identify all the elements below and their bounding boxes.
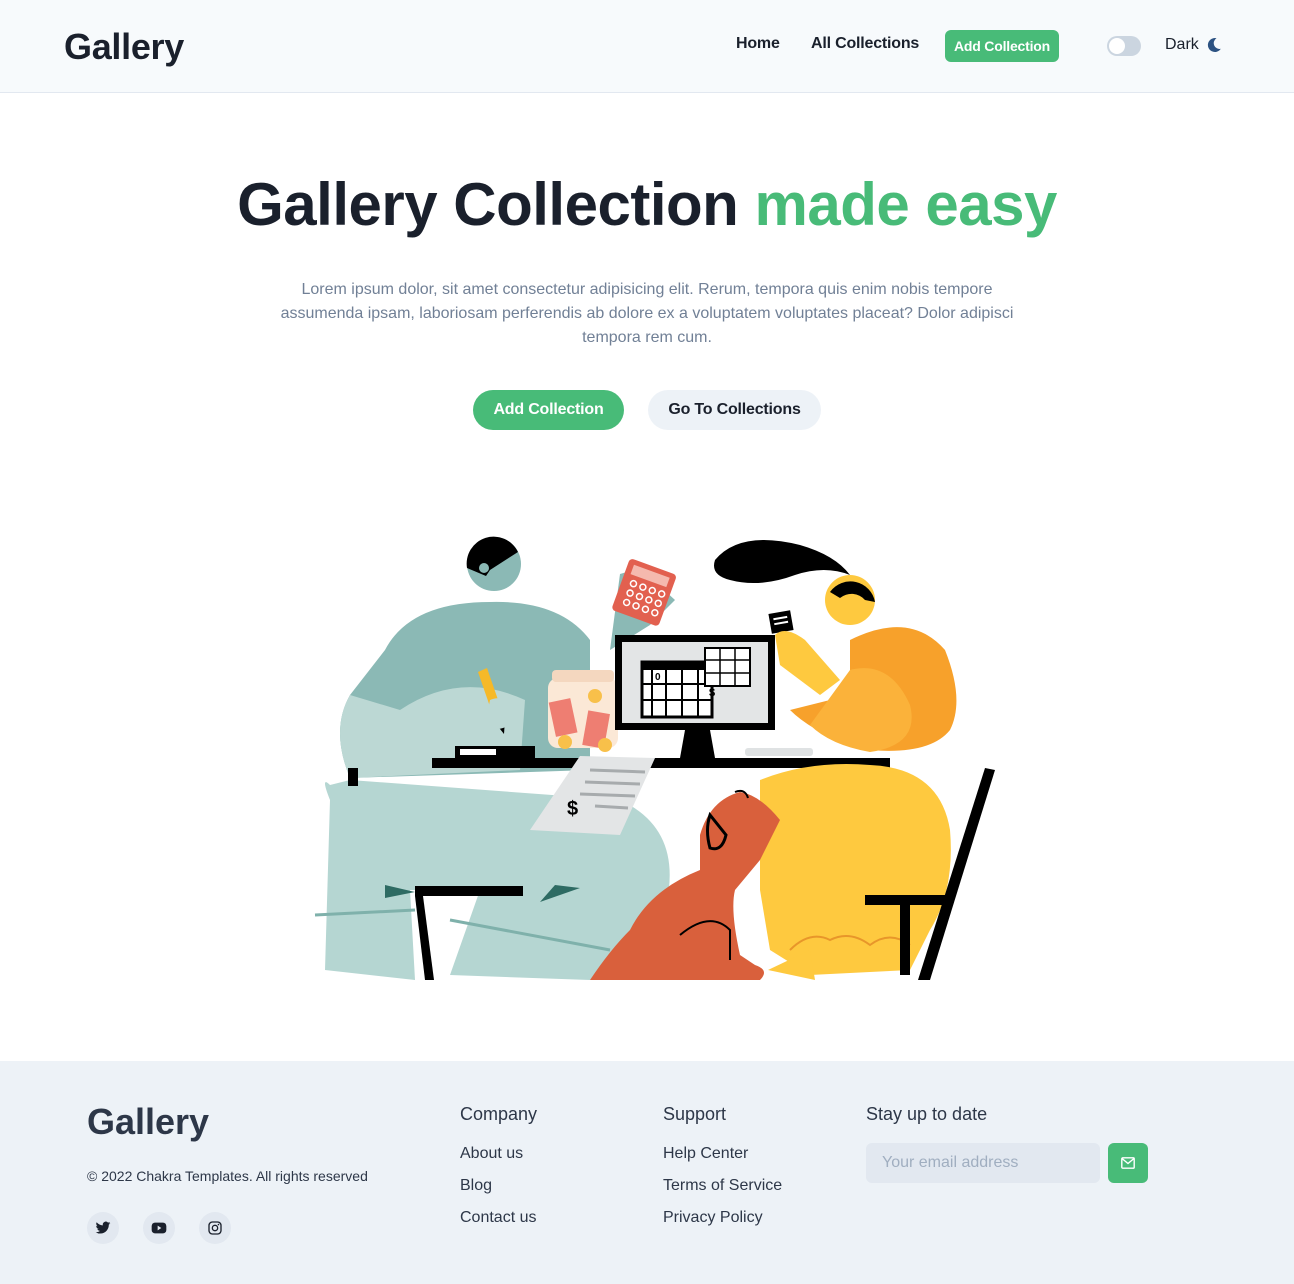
nav-add-collection-button[interactable]: Add Collection xyxy=(945,30,1059,62)
toggle-knob xyxy=(1109,38,1125,54)
hero-description: Lorem ipsum dolor, sit amet consectetur … xyxy=(280,281,1014,346)
svg-text:$: $ xyxy=(709,687,715,699)
nav-all-collections-link[interactable]: All Collections xyxy=(811,35,919,53)
svg-text:0: 0 xyxy=(655,672,661,683)
company-heading: Company xyxy=(460,1104,538,1124)
subscribe-button[interactable] xyxy=(1108,1143,1148,1183)
instagram-button[interactable] xyxy=(199,1212,231,1244)
brand-logo[interactable]: Gallery xyxy=(64,26,184,68)
twitter-icon xyxy=(95,1221,111,1234)
navbar: Gallery Home All Collections Add Collect… xyxy=(0,0,1294,93)
footer-link-about-us[interactable]: About us xyxy=(460,1145,523,1163)
hero-title: Gallery Collection made easy xyxy=(0,170,1294,239)
newsletter-heading: Stay up to date xyxy=(866,1104,988,1124)
footer-link-help-center[interactable]: Help Center xyxy=(663,1145,748,1163)
youtube-button[interactable] xyxy=(143,1212,175,1244)
hero-illustration: $ 0 $ xyxy=(314,536,995,980)
footer-link-privacy[interactable]: Privacy Policy xyxy=(663,1209,763,1227)
copyright-text: © 2022 Chakra Templates. All rights rese… xyxy=(87,1168,368,1184)
footer: Gallery © 2022 Chakra Templates. All rig… xyxy=(0,1061,1294,1284)
send-mail-icon xyxy=(1121,1157,1135,1169)
nav-home-link[interactable]: Home xyxy=(736,35,780,53)
hero-title-accent: made easy xyxy=(754,171,1057,238)
dark-mode-toggle[interactable] xyxy=(1107,36,1141,56)
footer-brand-logo: Gallery xyxy=(87,1101,210,1142)
dark-mode-label: Dark xyxy=(1165,36,1199,53)
add-collection-button[interactable]: Add Collection xyxy=(473,390,624,430)
email-input[interactable] xyxy=(866,1143,1100,1183)
hero-title-main: Gallery Collection xyxy=(237,171,739,238)
twitter-button[interactable] xyxy=(87,1212,119,1244)
svg-text:$: $ xyxy=(567,798,578,820)
moon-icon xyxy=(1207,38,1221,53)
support-heading: Support xyxy=(663,1104,727,1124)
footer-link-blog[interactable]: Blog xyxy=(460,1177,492,1195)
instagram-icon xyxy=(208,1221,222,1235)
youtube-icon xyxy=(151,1222,167,1234)
go-to-collections-button[interactable]: Go To Collections xyxy=(648,390,821,430)
footer-link-contact-us[interactable]: Contact us xyxy=(460,1209,536,1227)
footer-link-terms[interactable]: Terms of Service xyxy=(663,1177,782,1195)
